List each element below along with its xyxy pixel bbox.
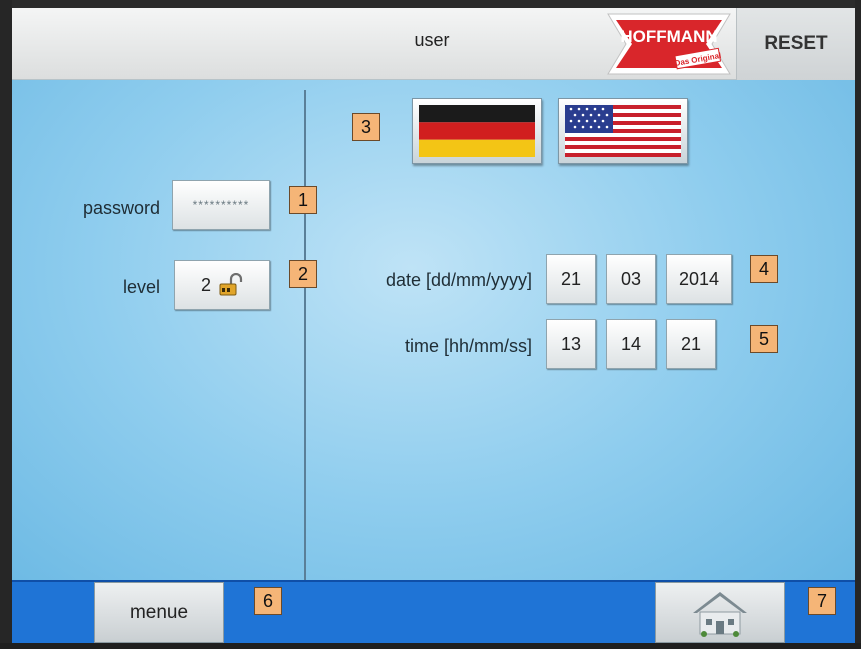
hoffmann-logo: HOFFMANN Das Original [607, 13, 731, 75]
bezel-right [855, 0, 861, 649]
annotation-badge-4: 4 [750, 255, 778, 283]
date-year-field[interactable]: 2014 [666, 254, 732, 304]
password-label: password [82, 198, 160, 218]
hmi-screen: user HOFFMANN Das Original RESET passwor… [12, 8, 855, 643]
home-button[interactable] [655, 582, 785, 643]
annotation-badge-2: 2 [289, 260, 317, 288]
level-button[interactable]: 2 [174, 260, 270, 310]
menu-button[interactable]: menue [94, 582, 224, 643]
header-bar: user HOFFMANN Das Original RESET [12, 8, 855, 80]
german-flag-icon [419, 105, 535, 157]
password-field[interactable]: ********** [172, 180, 270, 230]
reset-button[interactable]: RESET [736, 8, 855, 80]
bezel-top [0, 0, 861, 8]
unlock-icon [219, 273, 243, 296]
annotation-badge-3: 3 [352, 113, 380, 141]
level-label: level [122, 277, 160, 297]
date-month-field[interactable]: 03 [606, 254, 656, 304]
level-value: 2 [200, 274, 211, 295]
time-minutes-field[interactable]: 14 [606, 319, 656, 369]
time-label: time [hh/mm/ss] [404, 336, 532, 356]
panel-divider [304, 90, 306, 580]
us-flag-icon [565, 105, 681, 157]
brand-name: HOFFMANN [620, 27, 717, 46]
bezel-bottom [0, 643, 861, 649]
time-seconds-field[interactable]: 21 [666, 319, 716, 369]
annotation-badge-1: 1 [289, 186, 317, 214]
date-day-field[interactable]: 21 [546, 254, 596, 304]
page-title: user [414, 30, 450, 50]
annotation-badge-6: 6 [254, 587, 282, 615]
annotation-badge-7: 7 [808, 587, 836, 615]
language-button-german[interactable] [412, 98, 542, 164]
language-button-english[interactable] [558, 98, 688, 164]
time-hours-field[interactable]: 13 [546, 319, 596, 369]
date-label: date [dd/mm/yyyy] [385, 270, 532, 290]
bezel-left [0, 0, 12, 649]
home-icon [693, 591, 747, 637]
annotation-badge-5: 5 [750, 325, 778, 353]
